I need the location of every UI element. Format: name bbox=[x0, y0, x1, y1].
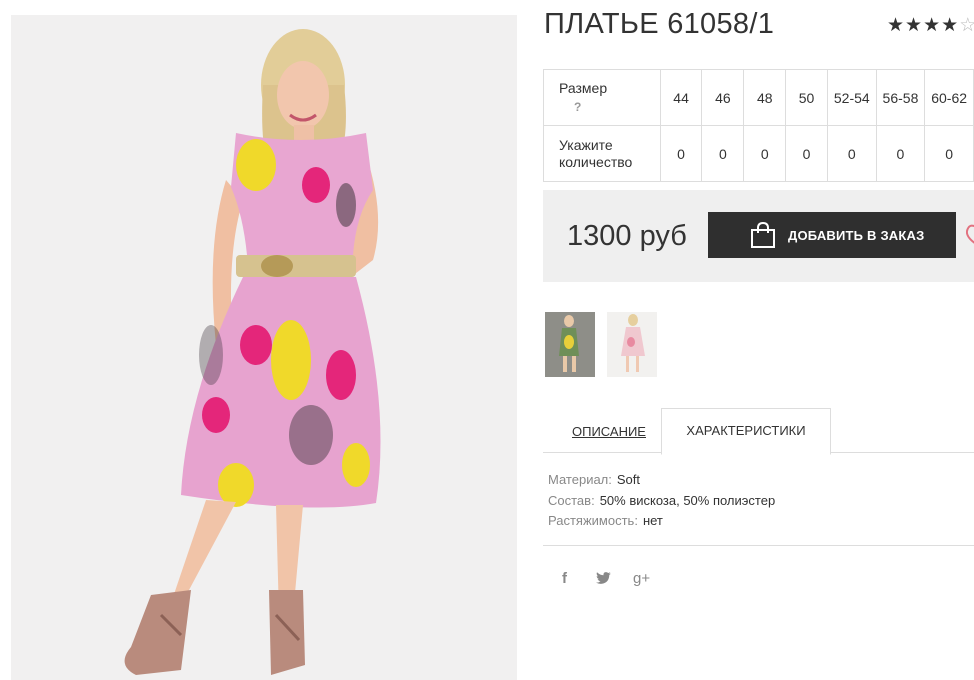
quantity-row: Укажите количество 0 0 0 0 0 0 0 bbox=[543, 125, 974, 182]
price-box: 1300 руб ДОБАВИТЬ В ЗАКАЗ bbox=[543, 190, 974, 282]
size-quantity-table: Размер ? 44 46 48 50 52-54 56-58 60-62 У… bbox=[543, 69, 974, 182]
size-cell: 60-62 bbox=[924, 69, 974, 126]
spec-value: 50% вискоза, 50% полиэстер bbox=[599, 492, 776, 508]
spec-row-material: Материал: Soft bbox=[548, 470, 775, 491]
star-filled-icon[interactable]: ★ bbox=[941, 15, 959, 36]
model-in-dress-illustration bbox=[11, 15, 517, 680]
quantity-input[interactable]: 0 bbox=[924, 125, 974, 182]
quantity-input[interactable]: 0 bbox=[743, 125, 787, 182]
google-plus-icon[interactable]: g+ bbox=[633, 570, 650, 587]
spec-value: Soft bbox=[616, 472, 641, 487]
rating-stars[interactable]: ★★★★☆ bbox=[887, 14, 974, 37]
size-cell: 52-54 bbox=[826, 69, 877, 126]
size-cell: 48 bbox=[743, 69, 787, 126]
size-cell: 50 bbox=[785, 69, 828, 126]
size-label-cell: Размер ? bbox=[543, 69, 661, 126]
add-to-order-button[interactable]: ДОБАВИТЬ В ЗАКАЗ bbox=[708, 212, 956, 258]
size-cell: 44 bbox=[659, 69, 703, 126]
spec-row-composition: Состав: 50% вискоза, 50% полиэстер bbox=[548, 491, 775, 512]
facebook-icon[interactable]: f bbox=[562, 570, 567, 587]
spec-key: Состав: bbox=[548, 492, 595, 508]
twitter-icon[interactable] bbox=[596, 572, 611, 589]
star-filled-icon[interactable]: ★ bbox=[905, 15, 923, 36]
product-title: ПЛАТЬЕ 61058/1 bbox=[544, 8, 775, 40]
star-filled-icon[interactable]: ★ bbox=[923, 15, 941, 36]
quantity-input[interactable]: 0 bbox=[826, 125, 877, 182]
size-cell: 56-58 bbox=[875, 69, 926, 126]
thumbnail-1[interactable] bbox=[545, 312, 595, 377]
spec-key: Растяжимость: bbox=[548, 513, 638, 528]
size-label: Размер bbox=[559, 79, 608, 96]
section-divider bbox=[543, 545, 974, 546]
quantity-input[interactable]: 0 bbox=[659, 125, 703, 182]
spec-value: нет bbox=[642, 513, 663, 528]
price: 1300 руб bbox=[567, 220, 687, 252]
quantity-input[interactable]: 0 bbox=[701, 125, 745, 182]
star-empty-icon[interactable]: ☆ bbox=[959, 15, 974, 36]
quantity-label-cell: Укажите количество bbox=[543, 125, 661, 182]
spec-row-stretch: Растяжимость: нет bbox=[548, 511, 775, 532]
shopping-bag-icon bbox=[749, 221, 777, 252]
characteristics-list: Материал: Soft Состав: 50% вискоза, 50% по… bbox=[548, 470, 775, 532]
quantity-label-line1: Укажите bbox=[559, 136, 613, 153]
size-cell: 46 bbox=[701, 69, 745, 126]
size-help-icon[interactable]: ? bbox=[559, 99, 660, 116]
product-main-photo[interactable] bbox=[11, 15, 517, 680]
size-row: Размер ? 44 46 48 50 52-54 56-58 60-62 bbox=[543, 69, 974, 126]
quantity-input[interactable]: 0 bbox=[785, 125, 828, 182]
tab-characteristics[interactable]: ХАРАКТЕРИСТИКИ bbox=[661, 408, 831, 455]
add-to-order-label: ДОБАВИТЬ В ЗАКАЗ bbox=[788, 228, 925, 243]
quantity-label-line2: количество bbox=[559, 153, 633, 170]
quantity-input[interactable]: 0 bbox=[875, 125, 926, 182]
star-filled-icon[interactable]: ★ bbox=[887, 15, 905, 36]
heart-icon[interactable] bbox=[965, 223, 974, 250]
thumbnail-2[interactable] bbox=[607, 312, 657, 377]
tab-description[interactable]: ОПИСАНИЕ bbox=[572, 424, 646, 439]
spec-key: Материал: bbox=[548, 472, 612, 487]
